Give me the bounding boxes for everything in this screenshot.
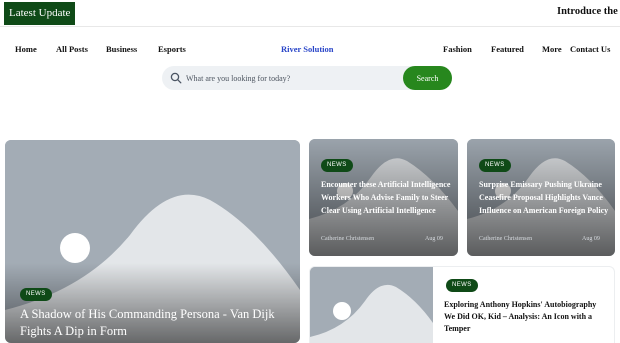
news-badge[interactable]: NEWS [446, 279, 478, 292]
news-badge[interactable]: NEWS [20, 288, 52, 301]
article-date: Aug 09 [582, 236, 600, 242]
article-title[interactable]: Encounter these Artificial Intelligence … [321, 178, 456, 217]
hero-article-card[interactable]: NEWS A Shadow of His Commanding Persona … [5, 140, 300, 343]
article-thumbnail[interactable] [310, 267, 433, 343]
site-logo-link[interactable]: River Solution [281, 44, 334, 54]
nav-more[interactable]: More [542, 44, 562, 54]
search-bar: Search [162, 66, 452, 90]
nav-all-posts[interactable]: All Posts [56, 44, 88, 54]
article-date: Aug 09 [425, 236, 443, 242]
article-author[interactable]: Catherine Christensen [321, 236, 374, 242]
news-badge[interactable]: NEWS [321, 159, 353, 172]
nav-business[interactable]: Business [106, 44, 137, 54]
news-ticker[interactable]: Introduce the [557, 6, 618, 17]
top-bar: Latest Update Introduce the [0, 0, 620, 27]
article-card[interactable]: NEWS Encounter these Artificial Intellig… [309, 139, 458, 256]
nav-esports[interactable]: Esports [158, 44, 186, 54]
horizontal-article-card[interactable]: NEWS Exploring Anthony Hopkins' Autobiog… [309, 266, 615, 343]
nav-home[interactable]: Home [15, 44, 37, 54]
article-author[interactable]: Catherine Christensen [479, 236, 532, 242]
search-button[interactable]: Search [403, 66, 452, 90]
search-icon [170, 72, 182, 84]
article-title[interactable]: Exploring Anthony Hopkins' Autobiography… [444, 299, 606, 335]
search-input[interactable] [186, 69, 396, 87]
nav-contact-us[interactable]: Contact Us [570, 44, 610, 54]
nav-featured[interactable]: Featured [491, 44, 524, 54]
nav-fashion[interactable]: Fashion [443, 44, 472, 54]
article-title[interactable]: Surprise Emissary Pushing Ukraine Ceasef… [479, 178, 614, 217]
hero-title[interactable]: A Shadow of His Commanding Persona - Van… [20, 306, 290, 340]
latest-update-label: Latest Update [4, 2, 76, 25]
news-badge[interactable]: NEWS [479, 159, 511, 172]
thumbnail-placeholder [310, 267, 433, 343]
article-card[interactable]: NEWS Surprise Emissary Pushing Ukraine C… [467, 139, 615, 256]
